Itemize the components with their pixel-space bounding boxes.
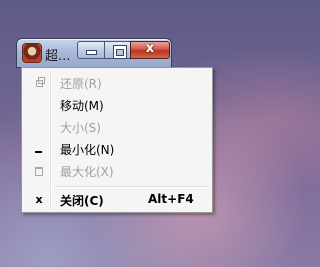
close-icon: x	[145, 41, 155, 56]
menu-item-shortcut: Alt+F4	[148, 192, 194, 206]
window-titlebar[interactable]: 超... x	[16, 38, 172, 68]
maximize-icon	[32, 164, 46, 178]
menu-item-restore[interactable]: 还原(R)	[24, 72, 210, 94]
menu-separator	[54, 186, 210, 188]
menu-item-move[interactable]: 移动(M)	[24, 94, 210, 116]
maximize-button[interactable]	[104, 41, 131, 59]
minimize-icon	[87, 51, 96, 54]
menu-item-label: 最大化(X)	[60, 165, 114, 179]
close-icon: x	[35, 193, 43, 206]
menu-item-close[interactable]: x 关闭(C) Alt+F4	[24, 189, 210, 211]
menu-item-maximize[interactable]: 最大化(X)	[24, 160, 210, 182]
menu-item-label: 还原(R)	[60, 77, 102, 91]
menu-item-label: 关闭(C)	[60, 194, 104, 208]
minimize-button[interactable]	[77, 41, 105, 59]
menu-item-label: 大小(S)	[60, 121, 101, 135]
restore-icon	[32, 76, 46, 90]
window-title: 超...	[45, 49, 71, 64]
minimize-icon	[32, 142, 46, 156]
menu-item-minimize[interactable]: 最小化(N)	[24, 138, 210, 160]
menu-item-label: 移动(M)	[60, 99, 104, 113]
system-menu: 还原(R) 移动(M) 大小(S) 最小化(N) 最大化(X) x 关闭(C) …	[21, 67, 213, 213]
close-button[interactable]: x	[130, 41, 170, 59]
maximize-icon	[114, 46, 126, 58]
app-avatar-icon[interactable]	[23, 44, 41, 62]
menu-item-label: 最小化(N)	[60, 143, 115, 157]
menu-item-size[interactable]: 大小(S)	[24, 116, 210, 138]
